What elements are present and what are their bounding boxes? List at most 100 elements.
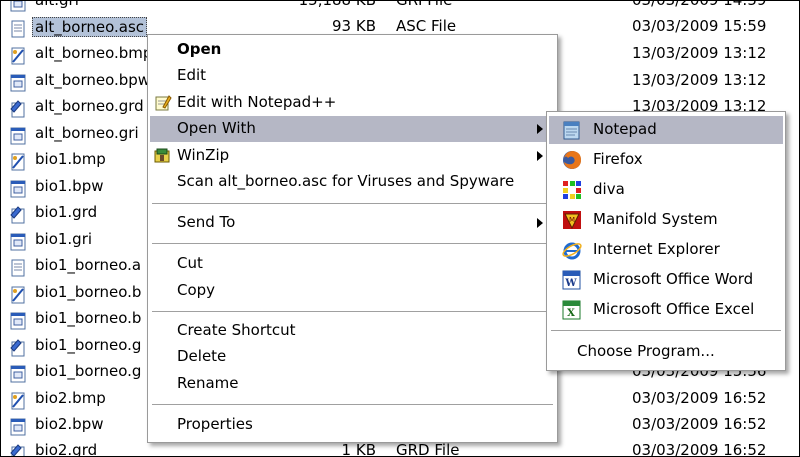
menu-item-cut[interactable]: Cut xyxy=(150,251,555,277)
menu-item-send-to-label: Send To xyxy=(177,213,236,231)
menu-separator xyxy=(551,330,781,331)
submenu-item-excel-label: Microsoft Office Excel xyxy=(593,300,755,318)
menu-item-edit-notepadpp[interactable]: Edit with Notepad++ xyxy=(150,90,555,116)
submenu-item-diva-label: diva xyxy=(593,180,625,198)
file-type: GRD File xyxy=(396,441,460,457)
file-date: 03/03/2009 16:52 xyxy=(632,415,767,433)
svg-text:W: W xyxy=(564,278,577,289)
submenu-item-diva[interactable]: diva xyxy=(549,176,783,204)
file-size: 15,188 KB xyxy=(298,0,376,9)
file-type: GRI File xyxy=(396,0,453,9)
submenu-item-internet-explorer-label: Internet Explorer xyxy=(593,240,720,258)
file-date: 13/03/2009 13:12 xyxy=(632,71,767,89)
gri-file-icon xyxy=(9,365,27,383)
submenu-item-notepad-label: Notepad xyxy=(593,120,657,138)
file-size: 1 KB xyxy=(341,441,376,457)
menu-separator xyxy=(152,404,553,405)
file-name: alt.gri xyxy=(35,0,79,9)
gri-file-icon xyxy=(9,233,27,251)
submenu-arrow-icon xyxy=(537,124,543,134)
file-name: bio1_borneo.g xyxy=(35,362,142,380)
file-name: bio1_borneo.b xyxy=(35,283,142,301)
submenu-item-manifold-label: Manifold System xyxy=(593,210,718,228)
internet-explorer-icon xyxy=(561,239,583,261)
menu-separator xyxy=(152,203,553,204)
svg-text:X: X xyxy=(567,308,575,319)
submenu-item-manifold[interactable]: M Manifold System xyxy=(549,206,783,234)
menu-item-cut-label: Cut xyxy=(177,254,203,272)
menu-item-edit-notepadpp-label: Edit with Notepad++ xyxy=(177,93,337,111)
menu-item-edit[interactable]: Edit xyxy=(150,63,555,89)
diva-icon xyxy=(561,179,583,201)
submenu-item-firefox[interactable]: Firefox xyxy=(549,146,783,174)
bpw-file-icon xyxy=(9,418,27,436)
submenu-item-excel[interactable]: X Microsoft Office Excel xyxy=(549,296,783,324)
context-menu: Open Edit Edit with Notepad++ Open With … xyxy=(147,34,558,443)
file-name: bio1.grd xyxy=(35,203,98,221)
file-name: bio2.grd xyxy=(35,441,98,457)
open-with-submenu: Notepad Firefox diva M Manifold System I… xyxy=(546,111,786,371)
menu-separator xyxy=(152,243,553,244)
bitmap-file-icon xyxy=(9,392,27,410)
file-name: bio2.bpw xyxy=(35,415,104,433)
submenu-item-choose-program[interactable]: Choose Program... xyxy=(549,338,783,366)
grd-file-icon xyxy=(9,339,27,357)
menu-item-scan[interactable]: Scan alt_borneo.asc for Viruses and Spyw… xyxy=(150,169,555,195)
menu-item-create-shortcut[interactable]: Create Shortcut xyxy=(150,318,555,344)
file-date: 03/03/2009 15:59 xyxy=(632,17,767,35)
submenu-item-word-label: Microsoft Office Word xyxy=(593,270,754,288)
menu-item-open-with[interactable]: Open With xyxy=(150,116,555,142)
menu-item-rename[interactable]: Rename xyxy=(150,371,555,397)
text-file-icon xyxy=(9,259,27,277)
submenu-item-internet-explorer[interactable]: Internet Explorer xyxy=(549,236,783,264)
word-icon: W xyxy=(561,269,583,291)
bitmap-file-icon xyxy=(9,153,27,171)
submenu-arrow-icon xyxy=(537,218,543,228)
file-list-window: alt.gri 15,188 KB GRI File 03/03/2009 14:59… xyxy=(0,0,800,457)
menu-item-delete-label: Delete xyxy=(177,347,227,365)
bitmap-file-icon xyxy=(9,286,27,304)
menu-item-copy-label: Copy xyxy=(177,281,216,299)
bpw-file-icon xyxy=(9,312,27,330)
winzip-icon xyxy=(154,147,172,165)
file-name: bio1.bmp xyxy=(35,150,106,168)
menu-item-winzip-label: WinZip xyxy=(177,146,230,164)
submenu-item-word[interactable]: W Microsoft Office Word xyxy=(549,266,783,294)
menu-item-send-to[interactable]: Send To xyxy=(150,210,555,236)
file-name: bio1_borneo.b xyxy=(35,309,142,327)
menu-item-copy[interactable]: Copy xyxy=(150,278,555,304)
file-type: ASC File xyxy=(396,17,457,35)
submenu-item-notepad[interactable]: Notepad xyxy=(549,116,783,144)
file-name: alt_borneo.grd xyxy=(35,97,144,115)
menu-item-scan-label: Scan alt_borneo.asc for Viruses and Spyw… xyxy=(177,172,515,190)
file-name: alt_borneo.bpw xyxy=(35,71,151,89)
file-name: bio1.bpw xyxy=(35,177,104,195)
file-name: alt_borneo.gri xyxy=(35,124,139,142)
excel-icon: X xyxy=(561,299,583,321)
file-date: 13/03/2009 13:12 xyxy=(632,44,767,62)
file-name: bio2.bmp xyxy=(35,389,106,407)
gri-file-icon xyxy=(9,1,27,12)
gri-file-icon xyxy=(9,127,27,145)
submenu-item-choose-program-label: Choose Program... xyxy=(577,342,715,360)
menu-item-open-label: Open xyxy=(177,40,222,58)
menu-item-open-with-label: Open With xyxy=(177,119,256,137)
menu-item-open[interactable]: Open xyxy=(150,37,555,63)
manifold-system-icon: M xyxy=(561,209,583,231)
svg-text:M: M xyxy=(569,216,575,224)
file-row[interactable]: alt.gri 15,188 KB GRI File 03/03/2009 14:59 xyxy=(1,0,799,16)
file-name: alt_borneo.bmp xyxy=(35,44,153,62)
menu-item-edit-label: Edit xyxy=(177,66,207,84)
menu-item-properties-label: Properties xyxy=(177,415,253,433)
menu-item-create-shortcut-label: Create Shortcut xyxy=(177,321,296,339)
file-date: 03/03/2009 16:52 xyxy=(632,441,767,457)
menu-item-delete[interactable]: Delete xyxy=(150,344,555,370)
menu-item-properties[interactable]: Properties xyxy=(150,412,555,438)
file-name: bio1_borneo.g xyxy=(35,336,142,354)
bpw-file-icon xyxy=(9,74,27,92)
notepad-icon xyxy=(561,119,583,141)
file-name: alt_borneo.asc xyxy=(32,17,148,37)
grd-file-icon xyxy=(9,100,27,118)
menu-item-winzip[interactable]: WinZip xyxy=(150,143,555,169)
bitmap-file-icon xyxy=(9,47,27,65)
